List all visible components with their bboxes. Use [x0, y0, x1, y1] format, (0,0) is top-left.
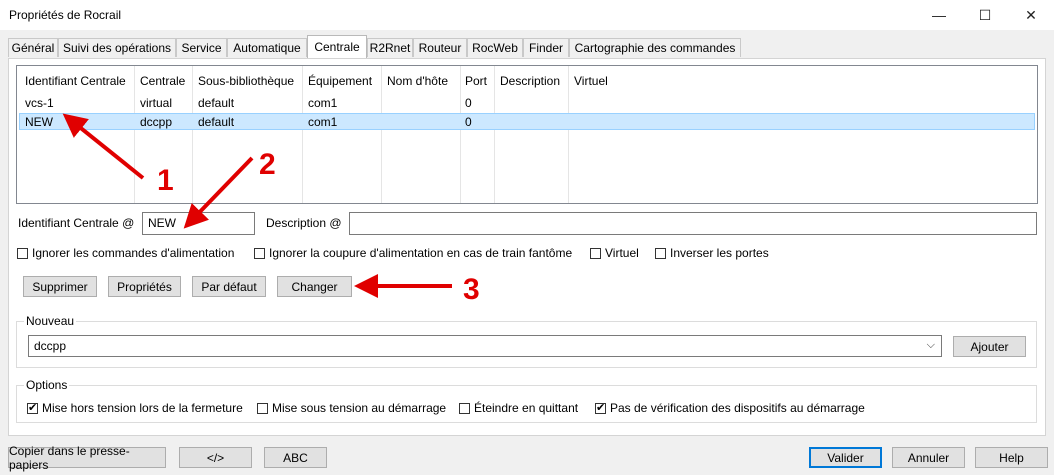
annotation-layer [62, 113, 452, 298]
annotation-arrow [62, 113, 145, 180]
annotation-arrow [183, 156, 254, 229]
annotation-number-1: 1 [157, 164, 174, 197]
annotation-number-2: 2 [259, 148, 276, 181]
annotation-number-3: 3 [463, 273, 480, 306]
